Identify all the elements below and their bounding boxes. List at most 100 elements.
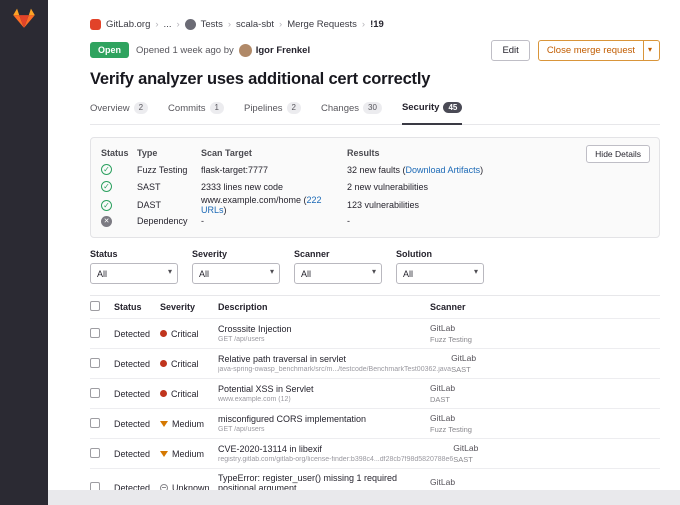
mr-opened-text: Opened 1 week ago by xyxy=(136,45,234,56)
finding-status: Detected xyxy=(114,389,160,399)
left-sidebar xyxy=(0,0,48,505)
finding-status: Detected xyxy=(114,483,160,491)
finding-title[interactable]: Crosssite Injection xyxy=(218,324,430,334)
col-scanner: Scanner xyxy=(430,302,660,312)
scanner-filter-select[interactable]: All xyxy=(294,263,382,284)
edit-button[interactable]: Edit xyxy=(491,40,529,61)
finding-location: GET /api/users xyxy=(218,336,430,343)
scan-results: - xyxy=(347,216,649,226)
gitlab-logo-icon[interactable] xyxy=(12,6,36,29)
breadcrumb-separator-icon xyxy=(362,19,365,30)
finding-status: Detected xyxy=(114,449,160,459)
scan-target: www.example.com/home (222 URLs) xyxy=(201,195,347,215)
select-all-checkbox[interactable] xyxy=(90,301,100,311)
row-checkbox[interactable] xyxy=(90,358,100,368)
mr-state-badge: Open xyxy=(90,42,129,58)
severity-unknown-icon xyxy=(160,484,168,491)
summary-row: Fuzz Testing flask-target:7777 32 new fa… xyxy=(101,161,649,178)
status-filter-select[interactable]: All xyxy=(90,263,178,284)
table-row: Detected Medium misconfigured CORS imple… xyxy=(90,408,660,438)
breadcrumb-separator-icon xyxy=(228,19,231,30)
security-report-summary: Hide Details Status Type Scan Target Res… xyxy=(90,137,660,238)
tab-security[interactable]: Security 45 xyxy=(402,100,462,125)
tab-overview[interactable]: Overview 2 xyxy=(90,100,148,124)
breadcrumb-project[interactable]: scala-sbt xyxy=(236,19,274,30)
finding-title[interactable]: Relative path traversal in servlet xyxy=(218,354,451,364)
tab-count-badge: 2 xyxy=(287,102,301,114)
row-checkbox[interactable] xyxy=(90,418,100,428)
scan-results: 2 new vulnerabilities xyxy=(347,182,649,192)
tab-label: Security xyxy=(402,102,440,113)
summary-row: DAST www.example.com/home (222 URLs) 123… xyxy=(101,195,649,212)
row-checkbox[interactable] xyxy=(90,448,100,458)
breadcrumb-group[interactable]: GitLab.org xyxy=(106,19,150,30)
finding-status: Detected xyxy=(114,329,160,339)
vulnerability-filters: Status All Severity All Scanner All Solu… xyxy=(90,249,660,296)
scanner-name: Fuzz Testing xyxy=(430,425,660,434)
scanner-name: SAST xyxy=(451,365,680,374)
table-row: Detected Critical Potential XSS in Servl… xyxy=(90,378,660,408)
table-row: Detected Medium CVE-2020-13114 in libexi… xyxy=(90,438,660,468)
severity-critical-icon xyxy=(160,390,167,397)
hide-details-button[interactable]: Hide Details xyxy=(586,145,650,163)
filter-label: Solution xyxy=(396,249,484,259)
finding-title[interactable]: CVE-2020-13114 in libexif xyxy=(218,444,453,454)
summary-col-target: Scan Target xyxy=(201,148,347,158)
close-mr-dropdown-caret-icon[interactable] xyxy=(644,40,660,61)
scan-type: Fuzz Testing xyxy=(137,165,201,175)
tab-label: Pipelines xyxy=(244,103,283,114)
finding-title[interactable]: misconfigured CORS implementation xyxy=(218,414,430,424)
tab-commits[interactable]: Commits 1 xyxy=(168,100,224,124)
download-artifacts-link[interactable]: Download Artifacts xyxy=(406,165,481,175)
solution-filter-select[interactable]: All xyxy=(396,263,484,284)
finding-title[interactable]: Potential XSS in Servlet xyxy=(218,384,430,394)
finding-location: GET /api/users xyxy=(218,426,430,433)
author-avatar[interactable] xyxy=(239,44,252,57)
table-row: Detected Unknown TypeError: register_use… xyxy=(90,468,660,490)
row-checkbox[interactable] xyxy=(90,388,100,398)
finding-location: java-spring-owasp_benchmark/src/m.../tes… xyxy=(218,366,451,373)
tab-count-badge: 45 xyxy=(443,102,462,114)
status-success-icon xyxy=(101,164,112,175)
breadcrumb-separator-icon xyxy=(176,19,179,30)
scanner-name: Fuzz Testing xyxy=(430,489,660,490)
scan-results: 123 vulnerabilities xyxy=(347,200,649,210)
close-merge-request-button: Close merge request xyxy=(538,40,660,61)
scan-target: - xyxy=(201,216,347,226)
tab-label: Commits xyxy=(168,103,205,114)
scanner-name: SAST xyxy=(453,455,680,464)
tab-label: Changes xyxy=(321,103,359,114)
finding-title[interactable]: TypeError: register_user() missing 1 req… xyxy=(218,473,430,490)
row-checkbox[interactable] xyxy=(90,482,100,491)
group-avatar xyxy=(90,19,101,30)
status-canceled-icon xyxy=(101,216,112,227)
tab-count-badge: 30 xyxy=(363,102,382,114)
severity-critical-icon xyxy=(160,360,167,367)
severity-label: Medium xyxy=(172,449,204,459)
breadcrumb-ellipsis[interactable]: ... xyxy=(164,19,172,30)
scanner-vendor: GitLab xyxy=(430,477,660,487)
author-name[interactable]: Igor Frenkel xyxy=(256,45,310,56)
subgroup-avatar xyxy=(185,19,196,30)
tab-count-badge: 1 xyxy=(210,102,224,114)
tab-changes[interactable]: Changes 30 xyxy=(321,100,382,124)
severity-medium-icon xyxy=(160,451,168,457)
tab-label: Overview xyxy=(90,103,130,114)
main-content: GitLab.org ... Tests scala-sbt Merge Req… xyxy=(48,0,680,490)
breadcrumb-merge-requests[interactable]: Merge Requests xyxy=(287,19,357,30)
scanner-vendor: GitLab xyxy=(451,353,680,363)
close-merge-request-main[interactable]: Close merge request xyxy=(538,40,644,61)
filter-label: Scanner xyxy=(294,249,382,259)
vulnerability-table-header: Status Severity Description Scanner xyxy=(90,296,660,318)
breadcrumb-subgroup[interactable]: Tests xyxy=(201,19,223,30)
breadcrumb-separator-icon xyxy=(155,19,158,30)
summary-header-row: Status Type Scan Target Results xyxy=(101,145,649,161)
filter-label: Status xyxy=(90,249,178,259)
severity-filter-select[interactable]: All xyxy=(192,263,280,284)
finding-status: Detected xyxy=(114,359,160,369)
row-checkbox[interactable] xyxy=(90,328,100,338)
tab-pipelines[interactable]: Pipelines 2 xyxy=(244,100,301,124)
filter-scanner: Scanner All xyxy=(294,249,382,284)
scanner-vendor: GitLab xyxy=(430,413,660,423)
summary-col-type: Type xyxy=(137,148,201,158)
